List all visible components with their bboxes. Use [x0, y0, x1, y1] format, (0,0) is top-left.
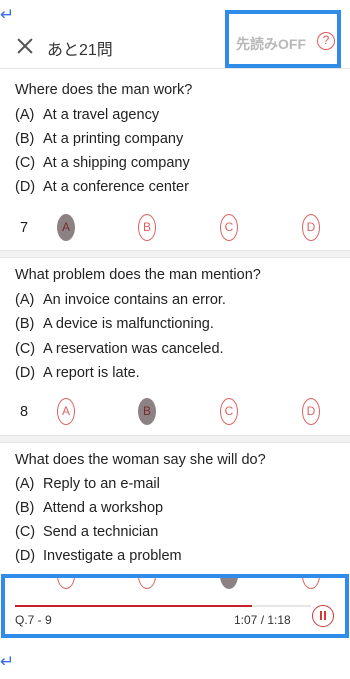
audio-progress-bar[interactable] [15, 605, 311, 607]
answer-bubble-c[interactable]: C [220, 398, 238, 425]
question-text: What problem does the man mention? [15, 267, 261, 283]
return-arrow-icon: ↵ [0, 5, 15, 25]
question-number: 8 [20, 404, 29, 420]
answer-bubble-d[interactable] [302, 578, 320, 589]
option-letter: (C) [15, 524, 36, 540]
question-text: What does the woman say she will do? [15, 452, 266, 468]
option-b: (B) A device is malfunctioning. [15, 316, 214, 332]
answer-row-8: 8 A B C D [0, 398, 350, 428]
option-letter: (D) [15, 365, 36, 381]
audio-progress-fill [15, 605, 252, 607]
answer-bubble-b[interactable]: B [138, 214, 156, 241]
option-text: At a travel agency [43, 107, 160, 123]
option-text: A report is late. [43, 365, 140, 381]
pause-icon[interactable] [312, 605, 334, 627]
time-label: 1:07 / 1:18 [234, 613, 291, 627]
option-c: (C) A reservation was canceled. [15, 341, 224, 357]
option-letter: (C) [15, 341, 36, 357]
option-b: (B) Attend a workshop [15, 500, 163, 516]
option-text: A device is malfunctioning. [43, 316, 214, 332]
option-letter: (B) [15, 500, 35, 516]
answer-bubble-a[interactable]: A [57, 398, 75, 425]
answer-bubble-a[interactable] [57, 578, 75, 589]
header-bar: あと21問 先読みOFF ? [0, 10, 350, 69]
close-icon[interactable] [15, 36, 35, 56]
option-text: Investigate a problem [43, 548, 182, 564]
answer-bubble-c[interactable] [220, 578, 238, 589]
option-a: (A) Reply to an e-mail [15, 476, 160, 492]
option-letter: (D) [15, 179, 36, 195]
option-a: (A) An invoice contains an error. [15, 292, 226, 308]
question-text: Where does the man work? [15, 82, 193, 98]
option-text: Reply to an e-mail [43, 476, 160, 492]
track-label: Q.7 - 9 [15, 613, 52, 627]
option-d: (D) Investigate a problem [15, 548, 182, 564]
option-a: (A) At a travel agency [15, 107, 159, 123]
option-text: An invoice contains an error. [43, 292, 226, 308]
preread-toggle-label[interactable]: 先読みOFF [236, 34, 306, 54]
option-text: At a conference center [43, 179, 189, 195]
option-letter: (D) [15, 548, 36, 564]
option-text: Send a technician [43, 524, 159, 540]
audio-player: Q.7 - 9 1:07 / 1:18 [1, 574, 349, 638]
option-letter: (A) [15, 476, 35, 492]
option-text: Attend a workshop [43, 500, 164, 516]
option-d: (D) At a conference center [15, 179, 189, 195]
option-b: (B) At a printing company [15, 131, 183, 147]
answer-row-7: 7 A B C D [0, 214, 350, 244]
question-number: 7 [20, 220, 29, 236]
option-c: (C) Send a technician [15, 524, 158, 540]
question-8: What problem does the man mention? (A) An… [0, 258, 350, 434]
option-text: At a shipping company [43, 155, 190, 171]
remaining-count: あと21問 [47, 42, 113, 59]
option-letter: (C) [15, 155, 36, 171]
option-text: A reservation was canceled. [43, 341, 224, 357]
answer-bubble-d[interactable]: D [302, 398, 320, 425]
answer-bubble-a[interactable]: A [57, 214, 75, 241]
option-text: At a printing company [43, 131, 184, 147]
answer-bubble-b[interactable] [138, 578, 156, 589]
option-letter: (A) [15, 292, 35, 308]
question-9: What does the woman say she will do? (A)… [0, 443, 350, 574]
return-arrow-icon: ↵ [0, 652, 15, 672]
help-icon[interactable]: ? [317, 32, 335, 50]
preread-toggle-area[interactable]: 先読みOFF ? [225, 10, 341, 68]
option-letter: (B) [15, 316, 35, 332]
answer-bubble-d[interactable]: D [302, 214, 320, 241]
section-divider [0, 435, 350, 443]
option-letter: (B) [15, 131, 35, 147]
option-d: (D) A report is late. [15, 365, 140, 381]
option-letter: (A) [15, 107, 35, 123]
answer-bubble-c[interactable]: C [220, 214, 238, 241]
option-c: (C) At a shipping company [15, 155, 190, 171]
section-divider [0, 250, 350, 258]
answer-bubble-b[interactable]: B [138, 398, 156, 425]
question-7: Where does the man work? (A) At a travel … [0, 69, 350, 249]
